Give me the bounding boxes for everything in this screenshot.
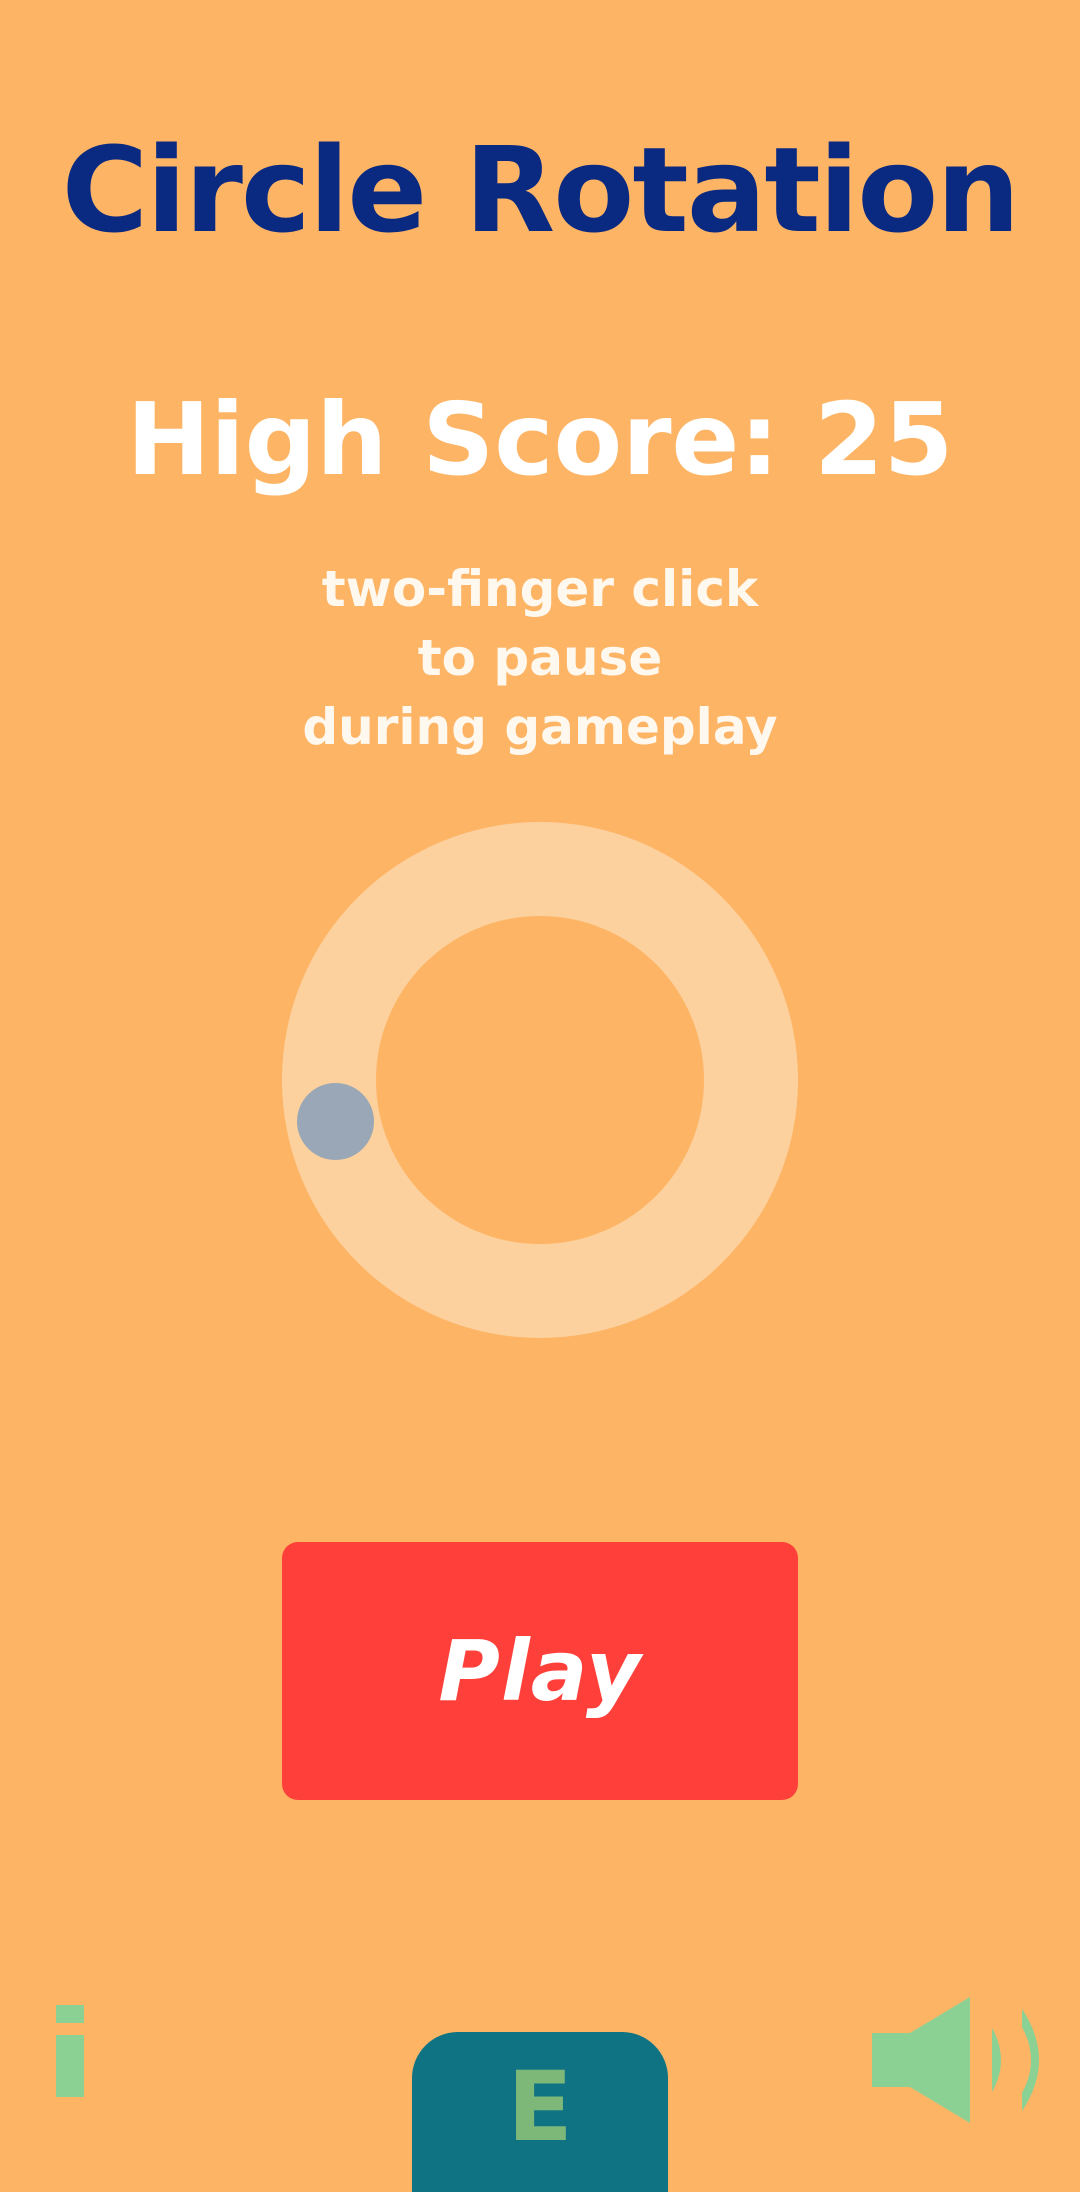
e-button[interactable]: E — [412, 2032, 668, 2192]
play-button[interactable]: Play — [282, 1542, 798, 1800]
play-button-label: Play — [438, 1622, 642, 1720]
speaker-volume-icon[interactable] — [872, 1995, 1048, 2125]
sound-wave-inner — [992, 2028, 1001, 2092]
info-icon-dot — [56, 2005, 84, 2023]
instruction-line-2: to pause — [417, 629, 663, 687]
speaker-body — [872, 1997, 970, 2123]
player-ball — [297, 1083, 374, 1160]
sound-wave-outer — [1022, 2009, 1039, 2111]
high-score-text: High Score: 25 — [126, 381, 954, 498]
pause-instructions: two-finger click to pause during gamepla… — [0, 555, 1080, 762]
instruction-line-3: during gameplay — [302, 698, 778, 756]
e-button-label: E — [507, 2051, 573, 2163]
info-icon-stem — [56, 2035, 84, 2097]
info-icon[interactable] — [56, 2005, 84, 2097]
ring-center — [376, 916, 704, 1244]
instruction-line-1: two-finger click — [321, 560, 759, 618]
game-title: Circle Rotation — [61, 121, 1021, 259]
rotation-track — [282, 822, 798, 1338]
